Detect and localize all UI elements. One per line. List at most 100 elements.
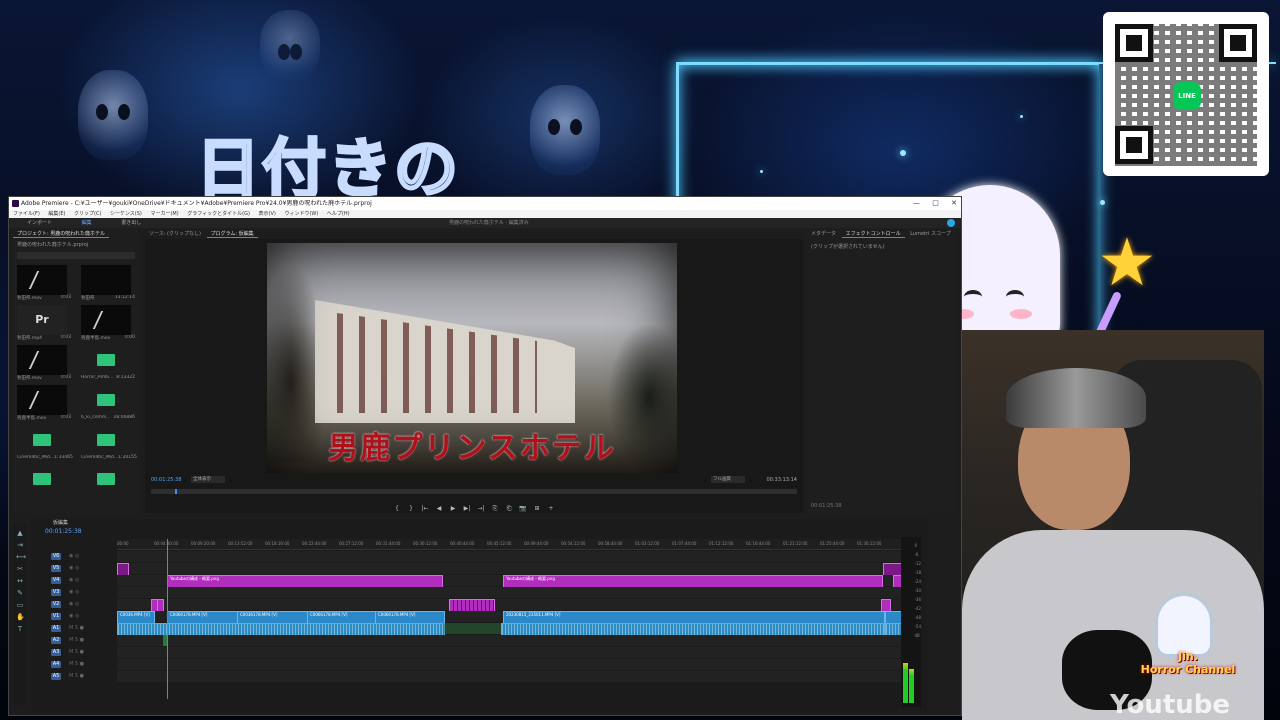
track-header[interactable]: A1 M S ● [39,623,117,634]
eye-icon[interactable]: ◉ ◎ [69,565,79,571]
eye-icon[interactable]: ◉ ◎ [69,613,79,619]
mute-icon[interactable]: M S ● [69,637,84,643]
tab-project[interactable]: プロジェクト: 男鹿の呪われた廃ホテル [13,231,110,238]
workspace-import[interactable]: インポート [27,220,52,226]
track-header[interactable]: V2 ◉ ◎ [39,599,117,610]
menu-edit[interactable]: 編集(E) [48,211,65,217]
track-v2[interactable] [117,599,913,612]
menu-graphics[interactable]: グラフィックとタイトル(G) [187,211,250,217]
playhead[interactable] [167,539,168,699]
project-item[interactable]: Cinematic_Mid... 1:33465 [17,425,75,462]
eye-icon[interactable]: ◉ ◎ [69,601,79,607]
track-target-toggle[interactable]: V1 [51,613,61,620]
rectangle-tool-icon[interactable]: ▭ [16,601,24,609]
extract-button[interactable]: ⎗ [505,505,513,513]
project-item[interactable]: 男鹿半島.mov 0:00 [81,305,139,343]
tab-metadata[interactable]: メタデータ [807,231,840,237]
program-scrub-bar[interactable] [151,489,797,494]
tab-effect-controls[interactable]: エフェクトコントロール [841,231,905,238]
tab-program[interactable]: プログラム: 仮編集 [206,231,258,238]
hand-tool-icon[interactable]: ✋ [16,613,25,621]
menu-sequence[interactable]: シーケンス(S) [110,211,142,217]
track-header[interactable]: A3 M S ● [39,647,117,658]
track-select-tool-icon[interactable]: ⇥ [16,541,24,549]
comparison-view-button[interactable]: ⊞ [533,505,541,513]
track-v3[interactable] [117,587,913,598]
export-frame-icon[interactable]: 📷 [519,505,527,513]
ripple-edit-tool-icon[interactable]: ⟷ [16,553,26,561]
quick-export-icon[interactable] [947,219,955,227]
time-ruler[interactable]: 00:0000:04:40:0000:09:20:0000:13:52:0000… [117,539,913,550]
tab-source[interactable]: ソース: (クリップなし) [145,231,205,237]
lift-button[interactable]: ⎘ [491,505,499,513]
track-target-toggle[interactable]: V4 [51,577,61,584]
project-item[interactable] [81,464,139,496]
eye-icon[interactable]: ◉ ◎ [69,553,79,559]
track-target-toggle[interactable]: A2 [51,637,61,644]
track-a2[interactable] [117,635,913,646]
razor-tool-icon[interactable]: ✂ [16,565,24,573]
maximize-button[interactable]: □ [932,199,939,207]
track-header[interactable]: V3 ◉ ◎ [39,587,117,598]
pen-tool-icon[interactable]: ✎ [16,589,24,597]
track-header[interactable]: A4 M S ● [39,659,117,670]
eye-icon[interactable]: ◉ ◎ [69,589,79,595]
track-a4[interactable] [117,659,913,670]
track-v1[interactable]: C0036.MP4 [V] C0066178.MP4 [V] C0036178.MP… [117,611,913,624]
track-header[interactable]: V1 ◉ ◎ [39,611,117,622]
track-header[interactable]: V5 ◉ ◎ [39,563,117,574]
track-target-toggle[interactable]: V5 [51,565,61,572]
track-header[interactable]: V4 ◉ ◎ [39,575,117,586]
mute-icon[interactable]: M S ● [69,649,84,655]
zoom-select[interactable]: 全体表示 [191,476,225,483]
close-button[interactable]: ✕ [951,199,957,207]
track-header[interactable]: V6 ◉ ◎ [39,551,117,562]
mark-out-button[interactable]: } [407,505,415,513]
track-target-toggle[interactable]: A4 [51,661,61,668]
track-target-toggle[interactable]: A5 [51,673,61,680]
menu-clip[interactable]: クリップ(C) [74,211,101,217]
track-target-toggle[interactable]: V3 [51,589,61,596]
playback-quality-select[interactable]: フル画質 [711,476,745,483]
eye-icon[interactable]: ◉ ◎ [69,577,79,583]
selection-tool-icon[interactable]: ▲ [16,529,24,537]
play-button[interactable]: ▶ [449,505,457,513]
step-forward-button[interactable]: ▶| [463,505,471,513]
project-item[interactable]: 男鹿半島.mov 0:03 [17,385,75,423]
go-to-in-button[interactable]: |← [421,505,429,513]
menu-marker[interactable]: マーカー(M) [150,211,178,217]
track-v5[interactable] [117,563,913,576]
project-item[interactable]: Horror_Ambi... 8:13322 [81,345,139,383]
track-target-toggle[interactable]: V2 [51,601,61,608]
mute-icon[interactable]: M S ● [69,661,84,667]
track-a1[interactable] [117,623,915,636]
program-playhead-timecode[interactable]: 00:01:25:38 [151,477,182,483]
tab-sequence[interactable]: 仮編集 [53,520,68,526]
track-header[interactable]: A2 M S ● [39,635,117,646]
tab-lumetri-scopes[interactable]: Lumetri スコープ [906,231,955,237]
minimize-button[interactable]: — [913,199,920,207]
mute-icon[interactable]: M S ● [69,625,84,631]
menu-file[interactable]: ファイル(F) [13,211,40,217]
project-item[interactable]: Cinematic_Mid... 1:20155 [81,425,139,462]
project-item[interactable]: 秋田県.mov 0:03 [17,345,75,383]
audio-clip[interactable] [443,623,501,634]
track-header[interactable]: A5 M S ● [39,671,117,682]
project-item[interactable]: Pr 秋田県.mp4 0:03 [17,305,75,343]
track-target-toggle[interactable]: A3 [51,649,61,656]
project-item[interactable]: 秋田県 13:12:14 [81,265,139,303]
track-a3[interactable] [117,647,913,658]
menu-help[interactable]: ヘルプ(H) [327,211,350,217]
project-item[interactable]: 6_ki_comm... 28:06886 [81,385,139,423]
workspace-edit[interactable]: 編集 [82,220,92,226]
track-v4[interactable]: Youtubeの構成・概要.png Youtubeの構成・概要.png [117,575,913,588]
button-editor-icon[interactable]: + [547,505,555,513]
mute-icon[interactable]: M S ● [69,673,84,679]
project-search-input[interactable] [17,252,135,259]
program-video-frame[interactable]: 男鹿プリンスホテル [267,243,677,473]
step-back-button[interactable]: ◀ [435,505,443,513]
track-target-toggle[interactable]: V6 [51,553,61,560]
track-v6[interactable] [117,551,913,562]
menu-view[interactable]: 表示(V) [259,211,276,217]
timeline-timecode[interactable]: 00:01:25:38 [45,528,82,535]
